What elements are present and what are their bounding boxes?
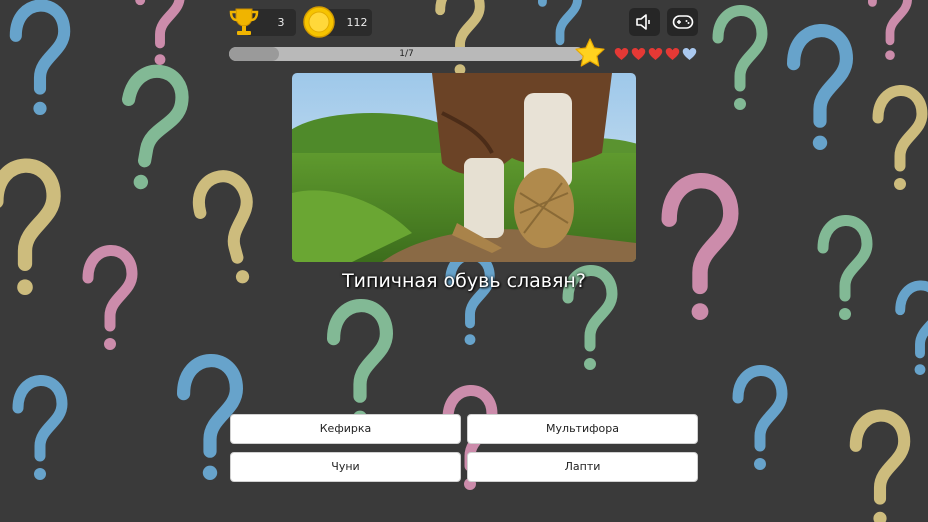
coin-count: 112 bbox=[346, 16, 368, 29]
heart-full-icon bbox=[665, 48, 680, 60]
heart-full-icon bbox=[648, 48, 663, 60]
trophy-count: 3 bbox=[277, 16, 285, 29]
coin-icon bbox=[303, 6, 335, 38]
heart-full-icon bbox=[614, 48, 629, 60]
trophy-icon bbox=[229, 8, 259, 35]
bast-shoes-photo bbox=[292, 73, 636, 262]
gamepad-icon bbox=[672, 15, 693, 29]
speaker-muted-icon bbox=[635, 14, 650, 30]
heart-empty-icon bbox=[682, 48, 697, 60]
answer-button-4[interactable]: Лапти bbox=[467, 452, 698, 482]
answer-button-1[interactable]: Кефирка bbox=[230, 414, 461, 444]
lives-hearts bbox=[614, 47, 697, 61]
question-text: Типичная обувь славян? bbox=[342, 270, 586, 292]
progress-text: 1/7 bbox=[399, 49, 414, 59]
more-games-button[interactable] bbox=[667, 8, 698, 36]
sound-toggle-button[interactable] bbox=[629, 8, 660, 36]
question-photo bbox=[292, 73, 636, 262]
answer-button-3[interactable]: Чуни bbox=[230, 452, 461, 482]
progress-bar: 1/7 bbox=[229, 47, 584, 61]
heart-full-icon bbox=[631, 48, 646, 60]
answer-button-2[interactable]: Мультифора bbox=[467, 414, 698, 444]
star-icon bbox=[575, 38, 605, 67]
